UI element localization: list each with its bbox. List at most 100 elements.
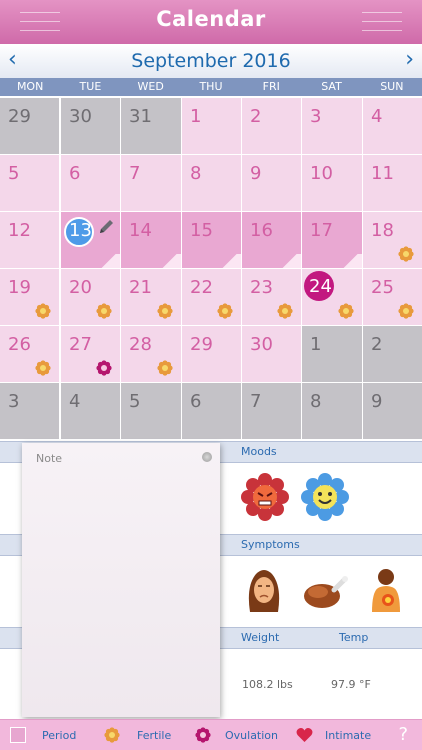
- headache-icon[interactable]: [242, 566, 286, 614]
- calendar-day[interactable]: 5: [0, 155, 59, 211]
- day-number: 31: [129, 106, 152, 127]
- calendar-day[interactable]: 7: [121, 155, 181, 211]
- calendar-day[interactable]: 3: [0, 383, 59, 439]
- next-month-button[interactable]: ›: [405, 47, 414, 72]
- calendar-day[interactable]: 9: [242, 155, 301, 211]
- settings-menu-button[interactable]: [362, 12, 402, 32]
- day-number: 22: [190, 277, 213, 298]
- calendar-day[interactable]: 21: [121, 269, 181, 325]
- calendar-day[interactable]: 19: [0, 269, 59, 325]
- fertile-flower-icon: [157, 360, 173, 376]
- calendar-day[interactable]: 9: [363, 383, 422, 439]
- calendar-day[interactable]: 18: [363, 212, 422, 268]
- pencil-icon: [100, 220, 113, 233]
- calendar-day[interactable]: 10: [302, 155, 362, 211]
- calendar-day[interactable]: 31: [121, 98, 181, 154]
- day-number: 23: [250, 277, 273, 298]
- day-number: 3: [8, 391, 20, 412]
- app-header: Calendar: [0, 0, 422, 44]
- note-pin-icon: [202, 452, 212, 462]
- calendar-day[interactable]: 12: [0, 212, 59, 268]
- day-number: 11: [371, 163, 394, 184]
- day-number: 25: [371, 277, 394, 298]
- calendar-day[interactable]: 30: [61, 98, 120, 154]
- symptoms-header: Symptoms: [241, 538, 300, 551]
- calendar-day[interactable]: 27: [61, 326, 120, 382]
- back-pain-icon[interactable]: [366, 566, 406, 614]
- fertile-flower-icon: [35, 360, 51, 376]
- calendar-day[interactable]: 20: [61, 269, 120, 325]
- temp-value[interactable]: 97.9 °F: [331, 678, 371, 691]
- food-craving-icon[interactable]: [300, 572, 350, 612]
- calendar-day[interactable]: 1: [302, 326, 362, 382]
- calendar-day[interactable]: 6: [182, 383, 241, 439]
- calendar-day[interactable]: 29: [182, 326, 241, 382]
- day-number: 26: [8, 334, 31, 355]
- calendar-day[interactable]: 3: [302, 98, 362, 154]
- moods-header: Moods: [241, 445, 277, 458]
- calendar-day[interactable]: 7: [242, 383, 301, 439]
- calendar-day[interactable]: 11: [363, 155, 422, 211]
- weekday-label: SUN: [380, 80, 404, 93]
- calendar-day[interactable]: 5: [121, 383, 181, 439]
- day-number: 4: [69, 391, 81, 412]
- ovulation-legend-icon: [195, 727, 211, 743]
- day-number: 13: [69, 220, 92, 241]
- day-number: 18: [371, 220, 394, 241]
- calendar-day[interactable]: 13: [61, 212, 120, 268]
- day-number: 5: [129, 391, 141, 412]
- day-number: 8: [190, 163, 202, 184]
- calendar-day[interactable]: 1: [182, 98, 241, 154]
- weight-value[interactable]: 108.2 lbs: [242, 678, 293, 691]
- day-number: 6: [69, 163, 81, 184]
- heart-icon: [296, 728, 313, 742]
- calendar-day[interactable]: 2: [242, 98, 301, 154]
- day-number: 1: [310, 334, 322, 355]
- month-title: September 2016: [131, 50, 291, 72]
- page-title: Calendar: [156, 7, 266, 31]
- day-number: 24: [309, 276, 332, 297]
- fertile-legend-icon: [104, 727, 120, 743]
- weekday-label: MON: [16, 80, 44, 93]
- note-panel[interactable]: Note: [22, 443, 220, 717]
- calendar-day[interactable]: 16: [242, 212, 301, 268]
- intimate-legend-label: Intimate: [325, 729, 372, 742]
- angry-flower-icon[interactable]: [240, 472, 290, 522]
- happy-flower-icon[interactable]: [300, 472, 350, 522]
- day-number: 21: [129, 277, 152, 298]
- weekday-label: THU: [199, 80, 223, 93]
- calendar-day[interactable]: 23: [242, 269, 301, 325]
- calendar-day[interactable]: 30: [242, 326, 301, 382]
- help-button[interactable]: ?: [398, 724, 408, 745]
- day-number: 16: [250, 220, 273, 241]
- day-number: 6: [190, 391, 202, 412]
- calendar-day[interactable]: 4: [61, 383, 120, 439]
- calendar-day[interactable]: 26: [0, 326, 59, 382]
- temp-header: Temp: [339, 631, 369, 644]
- calendar-day[interactable]: 15: [182, 212, 241, 268]
- period-legend-icon: [10, 727, 26, 743]
- calendar-day[interactable]: 4: [363, 98, 422, 154]
- calendar-day[interactable]: 8: [302, 383, 362, 439]
- day-number: 29: [190, 334, 213, 355]
- calendar-day[interactable]: 6: [61, 155, 120, 211]
- fertile-flower-icon: [277, 303, 293, 319]
- calendar-day[interactable]: 17: [302, 212, 362, 268]
- calendar-day[interactable]: 24: [302, 269, 362, 325]
- weekday-label: TUE: [79, 80, 102, 93]
- calendar-day[interactable]: 2: [363, 326, 422, 382]
- day-number: 10: [310, 163, 333, 184]
- day-number: 9: [371, 391, 383, 412]
- fertile-flower-icon: [217, 303, 233, 319]
- day-number: 5: [8, 163, 20, 184]
- calendar-day[interactable]: 25: [363, 269, 422, 325]
- fertile-flower-icon: [35, 303, 51, 319]
- calendar-day[interactable]: 29: [0, 98, 59, 154]
- calendar-day[interactable]: 28: [121, 326, 181, 382]
- day-number: 8: [310, 391, 322, 412]
- calendar-day[interactable]: 14: [121, 212, 181, 268]
- calendar-day[interactable]: 8: [182, 155, 241, 211]
- calendar-day[interactable]: 22: [182, 269, 241, 325]
- day-number: 30: [69, 106, 92, 127]
- calendar-grid: 29 30 31 1 2 3 4 5 6 7 8 9 10 11 12 13 14 15 16 17 18 19 20 21 2…: [0, 96, 422, 440]
